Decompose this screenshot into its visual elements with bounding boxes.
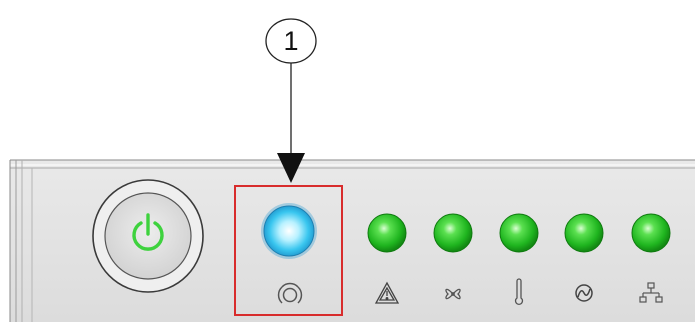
status-led-fan xyxy=(433,213,473,253)
status-led-temperature xyxy=(499,213,539,253)
callout-number: 1 xyxy=(283,25,299,56)
power-button[interactable] xyxy=(92,179,204,293)
status-led-network xyxy=(631,213,671,253)
status-led-power-supply xyxy=(564,213,604,253)
locator-led xyxy=(261,203,317,259)
front-panel-diagram xyxy=(9,18,695,322)
status-led-warning xyxy=(367,213,407,253)
